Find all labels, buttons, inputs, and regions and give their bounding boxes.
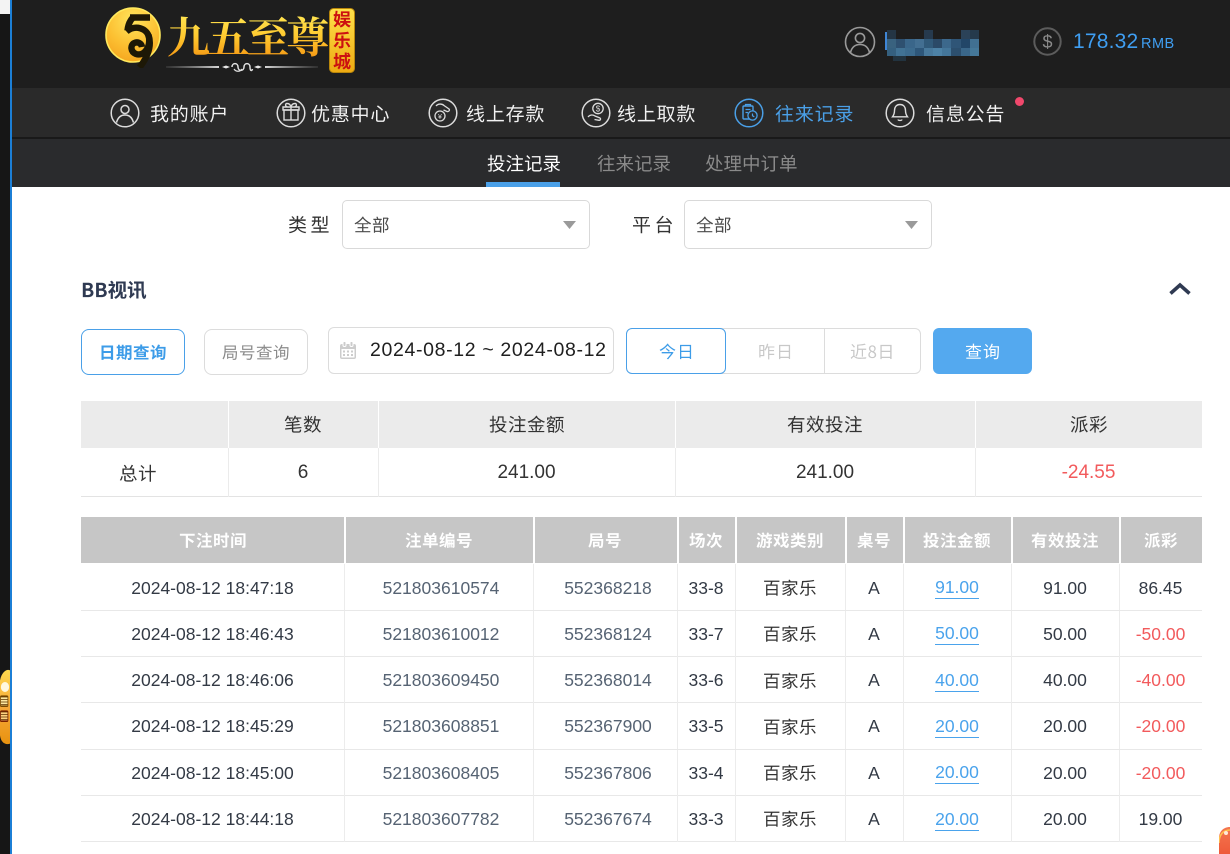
svg-text:¥: ¥ (438, 114, 442, 121)
svg-text:$: $ (1042, 32, 1052, 52)
svg-text:$: $ (596, 104, 601, 113)
